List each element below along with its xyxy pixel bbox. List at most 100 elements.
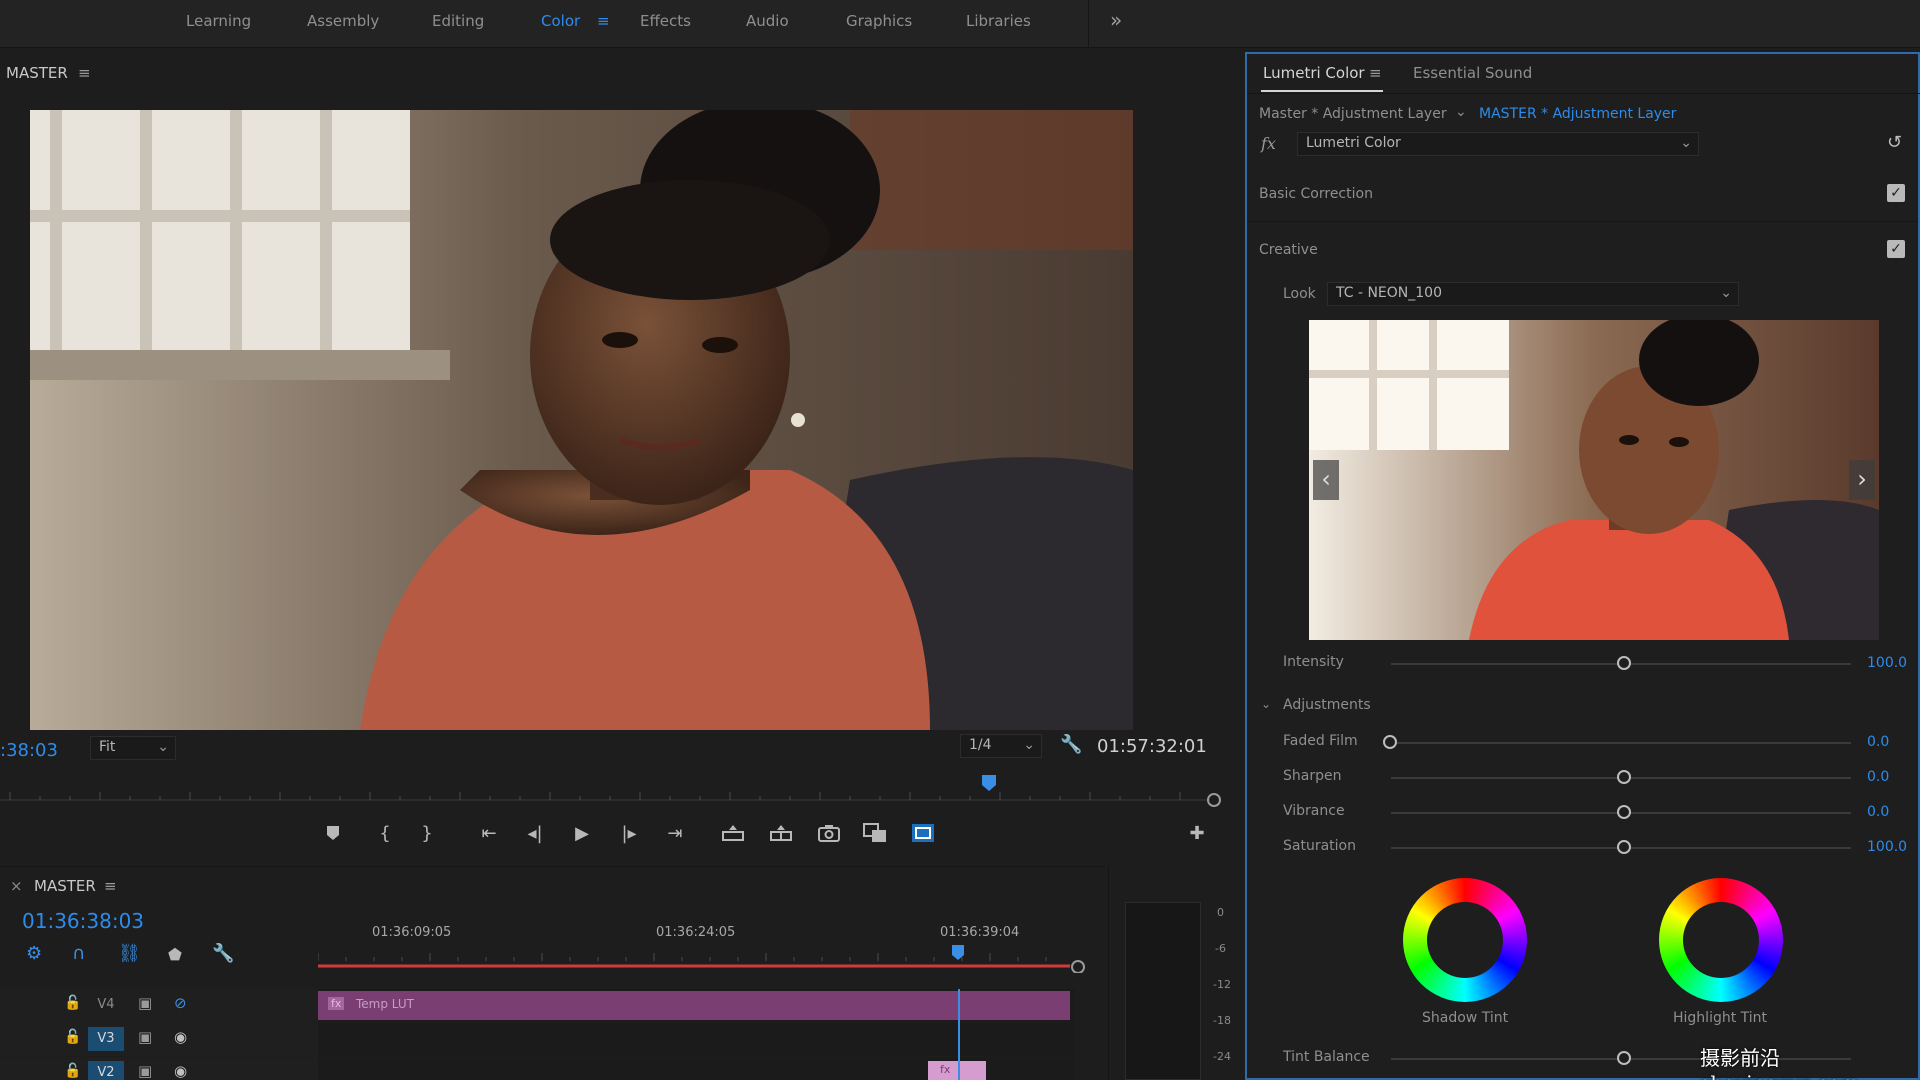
tab-lumetri-color[interactable]: Lumetri Color	[1263, 64, 1365, 82]
sharpen-slider-knob[interactable]	[1617, 770, 1631, 784]
workspace-tab-color[interactable]: Color	[541, 12, 580, 30]
timeline-panel-menu-icon[interactable]: ≡	[104, 877, 117, 895]
meter-db-label: -12	[1213, 978, 1231, 991]
eye-icon[interactable]: ◉	[174, 1028, 187, 1046]
sync-lock-film-icon[interactable]: ▣	[138, 1028, 152, 1046]
timeline-zoom-handle[interactable]	[1071, 960, 1085, 973]
tab-essential-sound[interactable]: Essential Sound	[1413, 64, 1532, 82]
chevron-down-icon[interactable]: ⌄	[1261, 697, 1271, 711]
intensity-value[interactable]: 100.0	[1867, 655, 1907, 671]
timeline-ruler[interactable]	[318, 943, 1088, 973]
workspace-tab-graphics[interactable]: Graphics	[846, 12, 912, 30]
proxy-toggle-button[interactable]	[908, 818, 938, 848]
linked-selection-icon[interactable]: ⛓	[118, 943, 141, 964]
timeline-timecode[interactable]: 01:36:38:03	[22, 909, 144, 933]
source-clip-master[interactable]: Master * Adjustment Layer	[1259, 106, 1447, 122]
eye-icon[interactable]: ◉	[174, 1062, 187, 1080]
intensity-slider-row: Intensity 100.0	[1247, 647, 1918, 681]
mark-in-button[interactable]: {	[370, 818, 400, 848]
workspace-tab-audio[interactable]: Audio	[746, 12, 789, 30]
chevron-down-icon: ⌄	[1720, 285, 1732, 301]
faded-film-value[interactable]: 0.0	[1867, 734, 1889, 750]
track-label-v3[interactable]: V3	[88, 1027, 124, 1051]
saturation-slider-knob[interactable]	[1617, 840, 1631, 854]
add-marker-button[interactable]	[318, 818, 348, 848]
program-panel-menu-icon[interactable]: ≡	[78, 64, 91, 82]
track-content[interactable]: fx	[318, 1057, 1075, 1080]
faded-film-slider-knob[interactable]	[1383, 735, 1397, 749]
lumetri-panel-menu-icon[interactable]: ≡	[1369, 64, 1382, 82]
highlight-tint-wheel[interactable]	[1659, 878, 1789, 1008]
creative-checkbox[interactable]: ✓	[1887, 240, 1905, 258]
step-forward-button[interactable]: |▸	[614, 818, 644, 848]
timeline-add-marker-icon[interactable]: ⬟	[168, 945, 182, 964]
shadow-tint-wheel[interactable]	[1403, 878, 1533, 1008]
play-button[interactable]: ▶	[567, 818, 597, 848]
lock-icon[interactable]: 🔓	[64, 1029, 81, 1045]
program-time-ruler[interactable]	[0, 770, 1230, 810]
lift-button[interactable]	[718, 818, 748, 848]
tint-balance-slider-knob[interactable]	[1617, 1051, 1631, 1065]
next-look-arrow[interactable]: ›	[1849, 460, 1875, 500]
workspace-tab-effects[interactable]: Effects	[640, 12, 691, 30]
playhead-marker[interactable]	[982, 775, 996, 791]
shadow-tint-wheel-center[interactable]	[1427, 902, 1503, 978]
vibrance-value[interactable]: 0.0	[1867, 804, 1889, 820]
snap-magnet-icon[interactable]: ∩	[72, 943, 85, 964]
more-workspaces-icon[interactable]: »	[1110, 8, 1122, 32]
track-content[interactable]	[318, 1023, 1075, 1056]
workspace-tab-libraries[interactable]: Libraries	[966, 12, 1031, 30]
track-v2: 🔓 V2 ▣ ◉ fx	[0, 1057, 1075, 1080]
timeline-settings-wrench-icon[interactable]: 🔧	[212, 943, 234, 964]
lock-icon[interactable]: 🔓	[64, 995, 81, 1011]
workspace-menu-icon[interactable]: ≡	[597, 12, 610, 30]
button-editor-add-icon[interactable]: ✚	[1182, 818, 1212, 848]
previous-look-arrow[interactable]: ‹	[1313, 460, 1339, 500]
reset-icon[interactable]: ↺	[1887, 132, 1902, 153]
track-content[interactable]: fx Temp LUT	[318, 989, 1075, 1022]
program-monitor-title[interactable]: MASTER	[6, 64, 68, 82]
creative-section[interactable]: Creative ✓	[1247, 226, 1918, 278]
workspace-tab-learning[interactable]: Learning	[186, 12, 251, 30]
basic-correction-checkbox[interactable]: ✓	[1887, 184, 1905, 202]
saturation-value[interactable]: 100.0	[1867, 839, 1907, 855]
program-video-frame[interactable]	[30, 110, 1133, 730]
sync-lock-film-icon[interactable]: ▣	[138, 1062, 152, 1080]
sync-lock-film-icon[interactable]: ▣	[138, 994, 152, 1012]
ruler-label: 01:36:09:05	[372, 925, 452, 940]
mark-out-button[interactable]: }	[412, 818, 442, 848]
intensity-slider-knob[interactable]	[1617, 656, 1631, 670]
export-frame-camera-icon[interactable]	[814, 818, 844, 848]
lock-icon[interactable]: 🔓	[64, 1063, 81, 1079]
small-clip[interactable]: fx	[928, 1061, 986, 1080]
extract-button[interactable]	[766, 818, 796, 848]
program-current-timecode[interactable]: :38:03	[0, 740, 58, 761]
track-label-v2[interactable]: V2	[88, 1061, 124, 1080]
workspace-tab-editing[interactable]: Editing	[432, 12, 484, 30]
look-preview-thumbnail[interactable]: ‹ ›	[1309, 320, 1879, 640]
faded-film-slider-track[interactable]	[1391, 742, 1851, 744]
comparison-view-button[interactable]	[860, 818, 890, 848]
sharpen-value[interactable]: 0.0	[1867, 769, 1889, 785]
look-dropdown[interactable]: TC - NEON_100 ⌄	[1327, 282, 1739, 306]
insert-overwrite-icon[interactable]: ⚙	[26, 943, 42, 964]
step-back-button[interactable]: ◂|	[520, 818, 550, 848]
vibrance-slider-knob[interactable]	[1617, 805, 1631, 819]
playback-resolution-dropdown[interactable]: 1/4 ⌄	[960, 734, 1042, 758]
track-label-v4[interactable]: V4	[88, 993, 124, 1017]
workspace-tab-assembly[interactable]: Assembly	[307, 12, 379, 30]
effect-dropdown[interactable]: Lumetri Color ⌄	[1297, 132, 1699, 156]
adjustments-label[interactable]: Adjustments	[1283, 697, 1371, 713]
go-to-in-button[interactable]: ⇤	[474, 818, 504, 848]
source-clip-active[interactable]: MASTER * Adjustment Layer	[1479, 106, 1676, 122]
eye-hidden-icon[interactable]: ⊘	[174, 994, 187, 1012]
zoom-fit-dropdown[interactable]: Fit ⌄	[90, 736, 176, 760]
close-panel-icon[interactable]: ×	[10, 877, 23, 895]
audio-meter-bar	[1125, 902, 1201, 1080]
chevron-down-icon[interactable]: ⌄	[1455, 104, 1467, 120]
timeline-sequence-tab[interactable]: MASTER	[34, 877, 96, 895]
highlight-tint-wheel-center[interactable]	[1683, 902, 1759, 978]
settings-wrench-icon[interactable]: 🔧	[1060, 734, 1082, 755]
basic-correction-section[interactable]: Basic Correction ✓	[1247, 170, 1918, 222]
go-to-out-button[interactable]: ⇥	[660, 818, 690, 848]
